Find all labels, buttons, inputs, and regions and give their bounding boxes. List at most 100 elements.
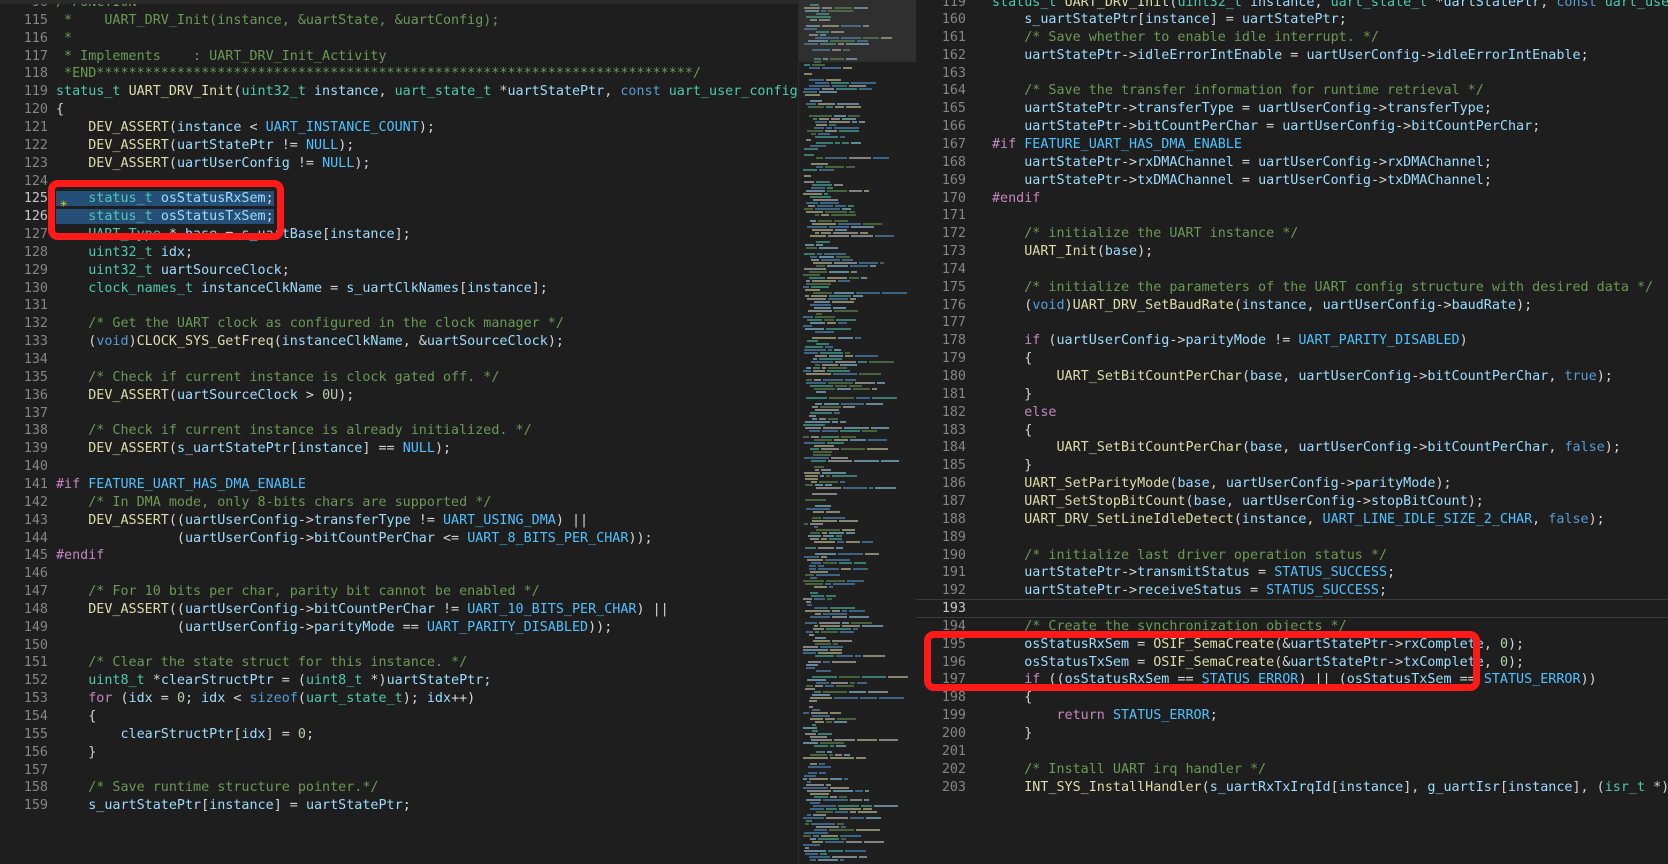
code-line[interactable]: 181 }: [916, 385, 1668, 404]
code-line[interactable]: 159 s_uartStatePtr[instance] = uartState…: [0, 796, 798, 815]
code-text[interactable]: {: [992, 421, 1032, 440]
code-text[interactable]: UART_DRV_SetLineIdleDetect(instance, UAR…: [992, 510, 1604, 529]
code-text[interactable]: *END************************************…: [56, 64, 701, 83]
code-text[interactable]: /* In DMA mode, only 8-bits chars are su…: [56, 493, 491, 512]
code-line[interactable]: 160 s_uartStatePtr[instance] = uartState…: [916, 10, 1668, 29]
code-text[interactable]: #if FEATURE_UART_HAS_DMA_ENABLE: [992, 135, 1242, 154]
code-line[interactable]: 187 UART_SetStopBitCount(base, uartUserC…: [916, 492, 1668, 511]
code-line[interactable]: 135 /* Check if current instance is cloc…: [0, 368, 798, 387]
code-line[interactable]: 170 #endif: [916, 189, 1668, 208]
code-line[interactable]: 174: [916, 260, 1668, 279]
right-editor-pane[interactable]: 119 status_t UART_DRV_Init(uint32_t insta…: [916, 0, 1668, 864]
code-line[interactable]: 184 UART_SetBitCountPerChar(base, uartUs…: [916, 438, 1668, 457]
code-text[interactable]: /* initialize last driver operation stat…: [992, 546, 1387, 565]
code-line[interactable]: 164 /* Save the transfer information for…: [916, 81, 1668, 100]
code-text[interactable]: UART_SetBitCountPerChar(base, uartUserCo…: [992, 367, 1613, 386]
code-line[interactable]: 180 UART_SetBitCountPerChar(base, uartUs…: [916, 367, 1668, 386]
code-text[interactable]: DEV_ASSERT(s_uartStatePtr[instance] == N…: [56, 439, 451, 458]
code-text[interactable]: }: [992, 385, 1032, 404]
code-line[interactable]: 141 #if FEATURE_UART_HAS_DMA_ENABLE: [0, 475, 798, 494]
code-line[interactable]: 176 (void)UART_DRV_SetBaudRate(instance,…: [916, 296, 1668, 315]
code-line[interactable]: 118 *END********************************…: [0, 64, 798, 83]
code-text[interactable]: (void)CLOCK_SYS_GetFreq(instanceClkName,…: [56, 332, 564, 351]
code-text[interactable]: DEV_ASSERT((uartUserConfig->transferType…: [56, 511, 588, 530]
code-line[interactable]: 198 {: [916, 688, 1668, 707]
code-line[interactable]: 179 {: [916, 349, 1668, 368]
code-line[interactable]: 182 else: [916, 403, 1668, 422]
code-text[interactable]: s_uartStatePtr[instance] = uartStatePtr;: [992, 10, 1347, 29]
code-line[interactable]: 191 uartStatePtr->transmitStatus = STATU…: [916, 563, 1668, 582]
code-line[interactable]: 139 DEV_ASSERT(s_uartStatePtr[instance] …: [0, 439, 798, 458]
code-text[interactable]: /* Save whether to enable idle interrupt…: [992, 28, 1379, 47]
code-text[interactable]: DEV_ASSERT(uartStatePtr != NULL);: [56, 136, 354, 155]
code-text[interactable]: {: [56, 707, 96, 726]
code-text[interactable]: * Implements : UART_DRV_Init_Activity: [56, 47, 387, 66]
code-line[interactable]: 133 (void)CLOCK_SYS_GetFreq(instanceClkN…: [0, 332, 798, 351]
code-line[interactable]: 137: [0, 404, 798, 423]
code-text[interactable]: #endif: [56, 546, 104, 565]
code-line[interactable]: 138 /* Check if current instance is alre…: [0, 421, 798, 440]
code-line[interactable]: 190 /* initialize last driver operation …: [916, 546, 1668, 565]
code-text[interactable]: uartStatePtr->transmitStatus = STATUS_SU…: [992, 563, 1395, 582]
code-text[interactable]: clock_names_t instanceClkName = s_uartCl…: [56, 279, 548, 298]
code-line[interactable]: 140: [0, 457, 798, 476]
code-line[interactable]: 173 UART_Init(base);: [916, 242, 1668, 261]
code-line[interactable]: 163: [916, 64, 1668, 83]
code-line[interactable]: 134: [0, 350, 798, 369]
code-text[interactable]: }: [56, 743, 96, 762]
code-text[interactable]: #if FEATURE_UART_HAS_DMA_ENABLE: [56, 475, 306, 494]
code-line[interactable]: 171: [916, 206, 1668, 225]
code-line[interactable]: 166 uartStatePtr->bitCountPerChar = uart…: [916, 117, 1668, 136]
code-text[interactable]: DEV_ASSERT(uartSourceClock > 0U);: [56, 386, 354, 405]
code-text[interactable]: uint32_t uartSourceClock;: [56, 261, 290, 280]
code-text[interactable]: /* Check if current instance is already …: [56, 421, 531, 440]
code-text[interactable]: {: [992, 349, 1032, 368]
code-text[interactable]: UART_SetStopBitCount(base, uartUserConfi…: [992, 492, 1484, 511]
code-line[interactable]: 128 uint32_t idx;: [0, 243, 798, 262]
code-line[interactable]: 178 if (uartUserConfig->parityMode != UA…: [916, 331, 1668, 350]
code-line[interactable]: 143 DEV_ASSERT((uartUserConfig->transfer…: [0, 511, 798, 530]
code-line[interactable]: 123 DEV_ASSERT(uartUserConfig != NULL);: [0, 154, 798, 173]
code-text[interactable]: DEV_ASSERT((uartUserConfig->bitCountPerC…: [56, 600, 669, 619]
code-line[interactable]: 161 /* Save whether to enable idle inter…: [916, 28, 1668, 47]
code-line[interactable]: 175 /* initialize the parameters of the …: [916, 278, 1668, 297]
code-text[interactable]: UART_SetParityMode(base, uartUserConfig-…: [992, 474, 1451, 493]
code-text[interactable]: uartStatePtr->txDMAChannel = uartUserCon…: [992, 171, 1492, 190]
code-text[interactable]: (void)UART_DRV_SetBaudRate(instance, uar…: [992, 296, 1532, 315]
code-line[interactable]: 188 UART_DRV_SetLineIdleDetect(instance,…: [916, 510, 1668, 529]
code-text[interactable]: (uartUserConfig->parityMode == UART_PARI…: [56, 618, 612, 637]
code-line[interactable]: 142 /* In DMA mode, only 8-bits chars ar…: [0, 493, 798, 512]
code-text[interactable]: uartStatePtr->bitCountPerChar = uartUser…: [992, 117, 1540, 136]
code-text[interactable]: s_uartStatePtr[instance] = uartStatePtr;: [56, 796, 411, 815]
code-text[interactable]: /* Get the UART clock as configured in t…: [56, 314, 564, 333]
code-line[interactable]: 119 status_t UART_DRV_Init(uint32_t insta…: [0, 82, 798, 101]
code-text[interactable]: (uartUserConfig->bitCountPerChar <= UART…: [56, 529, 653, 548]
code-text[interactable]: *: [56, 29, 72, 48]
code-text[interactable]: UART_SetBitCountPerChar(base, uartUserCo…: [992, 438, 1621, 457]
code-text[interactable]: uartStatePtr->idleErrorIntEnable = uartU…: [992, 46, 1588, 65]
code-line[interactable]: 203 INT_SYS_InstallHandler(s_uartRxTxIrq…: [916, 778, 1668, 797]
code-line[interactable]: 154 {: [0, 707, 798, 726]
code-line[interactable]: 186 UART_SetParityMode(base, uartUserCon…: [916, 474, 1668, 493]
code-line[interactable]: 150: [0, 636, 798, 655]
code-line[interactable]: 165 uartStatePtr->transferType = uartUse…: [916, 99, 1668, 118]
code-text[interactable]: INT_SYS_InstallHandler(s_uartRxTxIrqId[i…: [992, 778, 1668, 797]
code-line[interactable]: 199 return STATUS_ERROR;: [916, 706, 1668, 725]
code-line[interactable]: 201: [916, 742, 1668, 761]
code-line[interactable]: 120 {: [0, 100, 798, 119]
code-text[interactable]: /* Install UART irq handler */: [992, 760, 1266, 779]
code-text[interactable]: /* initialize the UART instance */: [992, 224, 1298, 243]
code-line[interactable]: 132 /* Get the UART clock as configured …: [0, 314, 798, 333]
code-line[interactable]: 149 (uartUserConfig->parityMode == UART_…: [0, 618, 798, 637]
code-text[interactable]: uartStatePtr->transferType = uartUserCon…: [992, 99, 1492, 118]
left-editor-pane[interactable]: 96/*FUNCTION****************************…: [0, 0, 798, 864]
code-line[interactable]: 122 DEV_ASSERT(uartStatePtr != NULL);: [0, 136, 798, 155]
code-line[interactable]: 169 uartStatePtr->txDMAChannel = uartUse…: [916, 171, 1668, 190]
code-line[interactable]: 167 #if FEATURE_UART_HAS_DMA_ENABLE: [916, 135, 1668, 154]
code-text[interactable]: uartStatePtr->receiveStatus = STATUS_SUC…: [992, 581, 1387, 600]
code-line[interactable]: 144 (uartUserConfig->bitCountPerChar <= …: [0, 529, 798, 548]
code-line[interactable]: 153 for (idx = 0; idx < sizeof(uart_stat…: [0, 689, 798, 708]
code-line[interactable]: 155 clearStructPtr[idx] = 0;: [0, 725, 798, 744]
code-line[interactable]: 147 /* For 10 bits per char, parity bit …: [0, 582, 798, 601]
code-text[interactable]: uartStatePtr->rxDMAChannel = uartUserCon…: [992, 153, 1492, 172]
